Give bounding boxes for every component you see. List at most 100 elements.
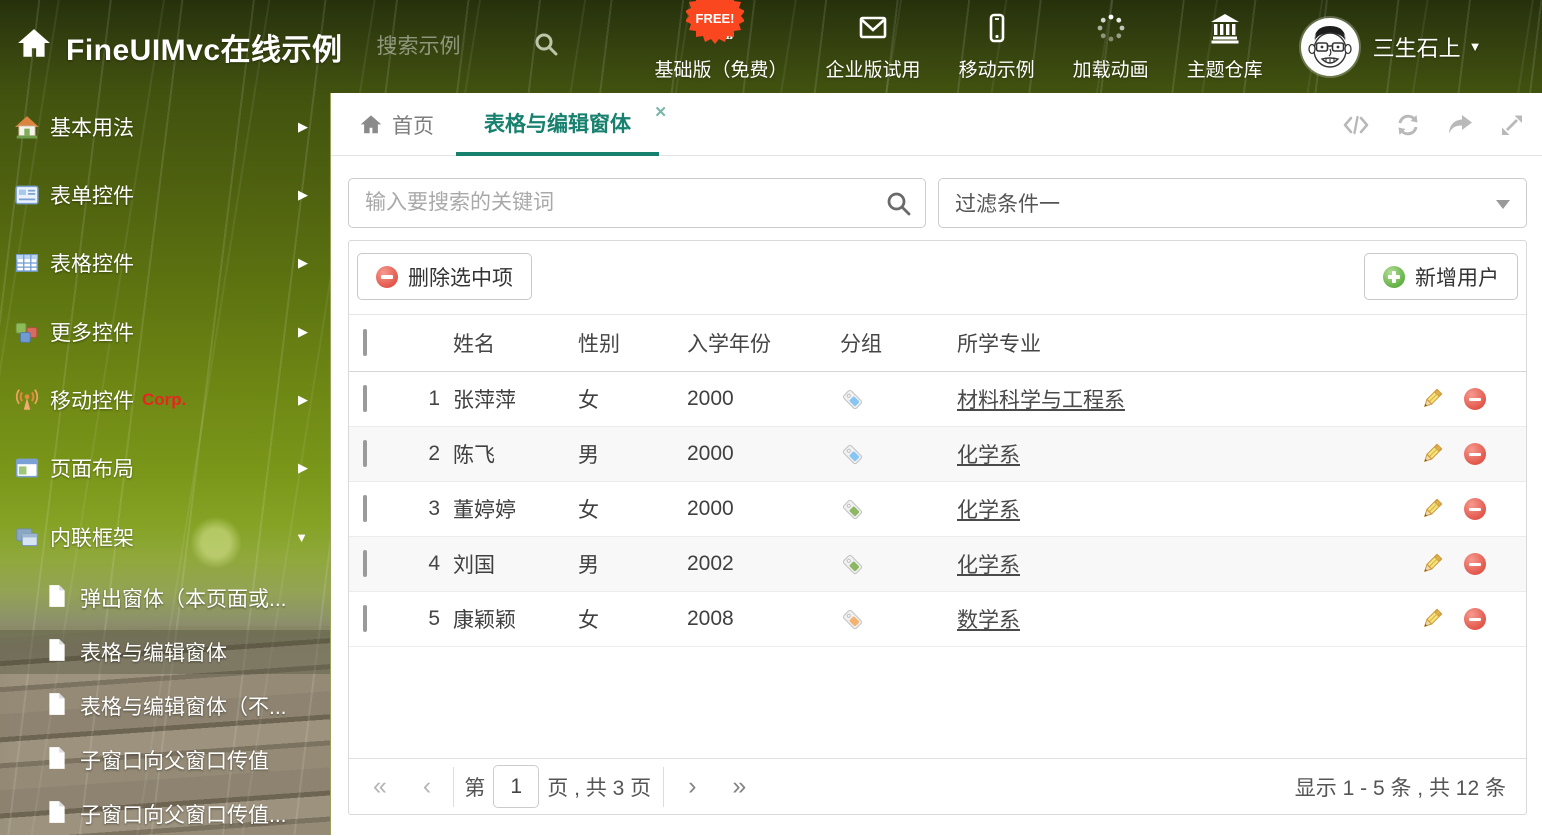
col-gender[interactable]: 性别: [570, 328, 687, 358]
user-menu[interactable]: 三生石上 ▼: [1373, 31, 1482, 63]
form-icon: [14, 182, 40, 208]
sidebar-subitem-child-to-parent-2[interactable]: 子窗口向父窗口传值...: [0, 792, 330, 836]
tab-grid-edit-window[interactable]: 表格与编辑窗体 ✕: [456, 93, 667, 156]
table-row: 1 张萍萍 女 2000 材料科学与工程系: [349, 372, 1526, 427]
major-link[interactable]: 化学系: [957, 444, 1020, 467]
nav-theme-repo[interactable]: 主题仓库: [1187, 11, 1263, 82]
filter-dropdown[interactable]: 过滤条件一: [938, 178, 1527, 228]
table-icon: [14, 250, 40, 276]
add-user-button[interactable]: 新增用户: [1364, 253, 1518, 300]
sidebar-subitem-child-to-parent[interactable]: 子窗口向父窗口传值: [0, 738, 330, 782]
page-number-input[interactable]: [493, 765, 540, 808]
major-link[interactable]: 化学系: [957, 554, 1020, 577]
select-all-checkbox[interactable]: [363, 329, 367, 356]
row-checkbox[interactable]: [363, 550, 367, 577]
bank-icon: [1208, 11, 1242, 50]
delete-selected-button[interactable]: 删除选中项: [357, 253, 532, 300]
corp-badge: Corp.: [142, 390, 187, 409]
edit-pencil-icon[interactable]: [1420, 552, 1444, 576]
chevron-right-icon: ▶: [298, 392, 308, 407]
file-icon: [46, 584, 68, 613]
refresh-icon[interactable]: [1396, 113, 1420, 137]
envelope-icon: [856, 11, 890, 50]
row-checkbox[interactable]: [363, 605, 367, 632]
header-search-input[interactable]: [376, 34, 527, 59]
col-major[interactable]: 所学专业: [957, 328, 1412, 358]
chevron-down-icon: ▼: [295, 529, 308, 545]
top-header: FineUIMvc在线示例 FREE! 基础版（免费） 企业版试用 移动示例: [0, 0, 1542, 93]
tab-home[interactable]: 首页: [359, 93, 434, 156]
last-page-button[interactable]: »: [732, 774, 746, 799]
row-checkbox[interactable]: [363, 495, 367, 522]
tag-icon: [840, 552, 957, 577]
code-icon[interactable]: [1343, 114, 1369, 136]
file-icon: [46, 746, 68, 775]
grid-panel: 删除选中项 新增用户 姓名 性别 入学年份 分组 所学专业 1 张萍萍 女 20…: [348, 240, 1527, 815]
delete-row-icon[interactable]: [1464, 553, 1486, 575]
sidebar-item-page-layout[interactable]: 页面布局 ▶: [0, 446, 330, 490]
main-content: 首页 表格与编辑窗体 ✕ 过滤条件一 删除: [330, 93, 1542, 835]
file-icon: [46, 692, 68, 721]
major-link[interactable]: 数学系: [957, 609, 1020, 632]
grid-toolbar: 删除选中项 新增用户: [349, 241, 1526, 315]
sidebar-item-more-controls[interactable]: 更多控件 ▶: [0, 310, 330, 354]
home-icon[interactable]: [16, 27, 52, 66]
delete-row-icon[interactable]: [1464, 608, 1486, 630]
header-nav: 基础版（免费） 企业版试用 移动示例 加载动画 主题仓库: [655, 11, 1263, 82]
edit-pencil-icon[interactable]: [1420, 497, 1444, 521]
close-icon[interactable]: ✕: [654, 103, 667, 121]
delete-row-icon[interactable]: [1464, 443, 1486, 465]
row-checkbox[interactable]: [363, 440, 367, 467]
nav-enterprise-trial[interactable]: 企业版试用: [826, 11, 921, 82]
sidebar-subitem-grid-edit-window-2[interactable]: 表格与编辑窗体（不...: [0, 684, 330, 728]
major-link[interactable]: 化学系: [957, 499, 1020, 522]
tab-bar: 首页 表格与编辑窗体 ✕: [331, 93, 1542, 156]
plus-circle-icon: [1383, 265, 1405, 288]
search-icon[interactable]: [885, 190, 912, 222]
antenna-icon: [14, 387, 40, 413]
spinner-icon: [1094, 11, 1128, 50]
sidebar-item-basic-usage[interactable]: 基本用法 ▶: [0, 105, 330, 149]
chevron-down-icon: [1496, 200, 1510, 209]
sidebar-item-mobile-controls[interactable]: 移动控件 Corp. ▶: [0, 378, 330, 422]
next-page-button[interactable]: ›: [688, 774, 696, 799]
fullscreen-icon[interactable]: [1500, 113, 1524, 137]
delete-row-icon[interactable]: [1464, 388, 1486, 410]
row-checkbox[interactable]: [363, 385, 367, 412]
share-icon[interactable]: [1447, 114, 1473, 136]
chevron-right-icon: ▶: [298, 255, 308, 270]
house-icon: [14, 114, 40, 140]
sidebar-item-table-controls[interactable]: 表格控件 ▶: [0, 241, 330, 285]
edit-pencil-icon[interactable]: [1420, 387, 1444, 411]
free-badge: FREE!: [685, 0, 745, 45]
delete-row-icon[interactable]: [1464, 498, 1486, 520]
col-name[interactable]: 姓名: [440, 328, 570, 358]
sidebar-subitem-popup-window[interactable]: 弹出窗体（本页面或...: [0, 576, 330, 620]
search-input[interactable]: [348, 178, 926, 228]
table-empty-area: [349, 647, 1526, 758]
table-row: 3 董婷婷 女 2000 化学系: [349, 482, 1526, 537]
first-page-button[interactable]: «: [373, 774, 387, 799]
edit-pencil-icon[interactable]: [1420, 607, 1444, 631]
table-header: 姓名 性别 入学年份 分组 所学专业: [349, 315, 1526, 372]
nav-mobile-demo[interactable]: 移动示例: [959, 11, 1035, 82]
chevron-right-icon: ▶: [298, 324, 308, 339]
sidebar-item-iframe[interactable]: 内联框架 ▼: [0, 515, 330, 559]
col-group[interactable]: 分组: [840, 328, 957, 358]
home-icon: [360, 114, 382, 133]
page-suffix: 页 , 共 3 页: [547, 776, 652, 800]
chevron-right-icon: ▶: [298, 460, 308, 475]
col-year[interactable]: 入学年份: [687, 328, 840, 358]
major-link[interactable]: 材料科学与工程系: [957, 389, 1125, 412]
page-prefix: 第: [464, 776, 486, 800]
tag-icon: [840, 497, 957, 522]
tag-icon: [840, 607, 957, 632]
sidebar-subitem-grid-edit-window[interactable]: 表格与编辑窗体: [0, 630, 330, 674]
nav-loading-animation[interactable]: 加载动画: [1073, 11, 1149, 82]
minus-circle-icon: [376, 265, 398, 288]
header-search-icon[interactable]: [533, 31, 559, 62]
avatar[interactable]: [1300, 17, 1359, 76]
sidebar-item-form-controls[interactable]: 表单控件 ▶: [0, 173, 330, 217]
prev-page-button[interactable]: ‹: [423, 774, 431, 799]
edit-pencil-icon[interactable]: [1420, 442, 1444, 466]
